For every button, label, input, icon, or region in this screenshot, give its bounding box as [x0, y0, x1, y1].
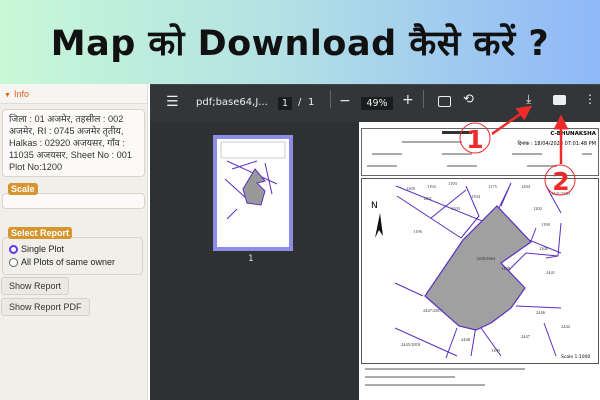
radio-selected-icon [9, 244, 18, 254]
scale-label: Scale [8, 183, 38, 195]
show-report-pdf-button[interactable]: Show Report PDF [1, 298, 90, 316]
select-report-label: Select Report [8, 227, 73, 239]
pdf-viewer: ☰ pdf;base64,J... 1 / 1 − 49% + ⟲ ⤓ ⋮ 1 … [150, 84, 600, 400]
info-line: अजमेर, RI : 0745 अजमेर तृतीय, [9, 126, 124, 136]
radio-single-plot[interactable]: Single Plot [9, 244, 136, 254]
report-options: Single Plot All Plots of same owner [2, 237, 143, 275]
radio-all-plots[interactable]: All Plots of same owner [9, 257, 136, 267]
plot-info: जिला : 01 अजमेर, तहसील : 002 अजमेर, RI :… [2, 109, 145, 177]
info-line: Plot No:1200 [9, 162, 63, 172]
title-banner: Map को Download कैसे करें ? [0, 0, 600, 84]
radio-label: All Plots of same owner [21, 257, 116, 267]
caret-down-icon: ▼ [4, 92, 11, 99]
annotation-layer: 1 2 [459, 105, 576, 196]
left-panel: ▼ Info जिला : 01 अजमेर, तहसील : 002 अजमेर… [0, 84, 148, 400]
page-title: Map को Download कैसे करें ? [50, 23, 550, 64]
info-line: जिला : 01 अजमेर, तहसील : 002 [9, 114, 124, 124]
show-report-button[interactable]: Show Report [1, 277, 70, 295]
info-header-label: Info [13, 89, 29, 99]
radio-icon [9, 257, 18, 267]
info-header[interactable]: ▼ Info [0, 84, 147, 104]
annotation-2: 2 [552, 167, 569, 196]
radio-label: Single Plot [21, 244, 65, 254]
annotation-1: 1 [466, 125, 483, 154]
info-line: Halkas : 02920 अजयसर, गाँव : [9, 138, 125, 148]
info-line: 11035 अजयसर, Sheet No : 001 [9, 150, 132, 160]
arrow-to-download [491, 105, 533, 136]
